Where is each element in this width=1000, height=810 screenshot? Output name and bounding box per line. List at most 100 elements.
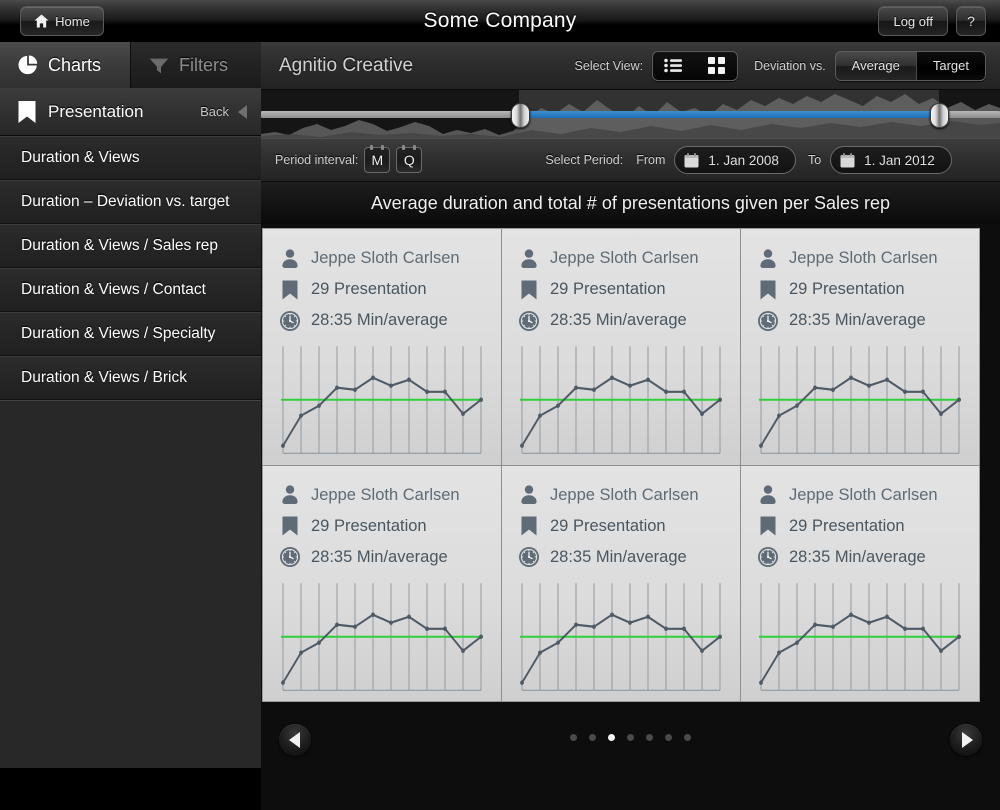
person-icon	[279, 484, 301, 506]
card-name-row: Jeppe Sloth Carlsen	[518, 480, 724, 511]
clock-icon	[757, 310, 779, 332]
timeline-slider[interactable]	[261, 90, 1000, 138]
presentations-count: 29 Presentation	[311, 280, 427, 299]
calendar-icon	[684, 153, 699, 168]
card-name-row: Jeppe Sloth Carlsen	[279, 243, 485, 274]
arrow-right-icon	[962, 732, 973, 748]
card-presentations-row: 29 Presentation	[279, 274, 485, 305]
page-dot[interactable]	[684, 734, 691, 741]
view-toggle	[652, 51, 738, 81]
list-view-button[interactable]	[653, 52, 695, 80]
person-icon	[518, 248, 540, 270]
sparkline-chart	[757, 582, 963, 692]
presentation-row[interactable]: Presentation Back	[0, 88, 261, 136]
sidebar: Charts Filters Presentation Back Duratio…	[0, 42, 261, 768]
top-bar-actions: Log off ?	[878, 6, 986, 36]
sales-rep-card[interactable]: Jeppe Sloth Carlsen 29 Presentation 28:3…	[741, 466, 979, 702]
list-icon	[664, 58, 684, 73]
page-dot[interactable]	[665, 734, 672, 741]
select-view-label: Select View:	[575, 59, 644, 73]
tab-filters-label: Filters	[179, 55, 228, 76]
presentation-label: Presentation	[48, 102, 200, 122]
period-interval-month-button[interactable]: M	[364, 147, 390, 173]
sparkline-chart	[757, 345, 963, 455]
tab-filters[interactable]: Filters	[131, 42, 261, 88]
person-icon	[757, 484, 779, 506]
pager	[261, 704, 1000, 810]
bookmark-icon	[518, 279, 540, 301]
sales-rep-card[interactable]: Jeppe Sloth Carlsen 29 Presentation 28:3…	[502, 229, 740, 465]
slider-handle-end[interactable]	[930, 103, 949, 128]
bookmark-icon	[518, 515, 540, 537]
presentations-count: 29 Presentation	[311, 517, 427, 536]
card-name-row: Jeppe Sloth Carlsen	[757, 243, 963, 274]
slider-selected-range	[519, 111, 939, 118]
tab-charts-label: Charts	[48, 55, 101, 76]
sales-rep-card[interactable]: Jeppe Sloth Carlsen 29 Presentation 28:3…	[263, 466, 501, 702]
deviation-average-button[interactable]: Average	[836, 52, 916, 80]
presentations-count: 29 Presentation	[789, 517, 905, 536]
sales-rep-name: Jeppe Sloth Carlsen	[550, 486, 699, 505]
sidebar-item-duration-views-contact[interactable]: Duration & Views / Contact	[0, 268, 261, 312]
date-from-button[interactable]: 1. Jan 2008	[674, 146, 796, 174]
clock-icon	[518, 546, 540, 568]
view-title: Agnitio Creative	[279, 55, 575, 77]
sidebar-item-duration-deviation-target[interactable]: Duration – Deviation vs. target	[0, 180, 261, 224]
card-name-row: Jeppe Sloth Carlsen	[279, 480, 485, 511]
deviation-target-button[interactable]: Target	[916, 52, 985, 80]
duration-average: 28:35 Min/average	[311, 311, 448, 330]
back-label[interactable]: Back	[200, 104, 229, 119]
page-dot[interactable]	[570, 734, 577, 741]
deviation-label: Deviation vs.	[754, 59, 826, 73]
card-duration-row: 28:35 Min/average	[757, 305, 963, 336]
logoff-button[interactable]: Log off	[878, 6, 948, 36]
grid-view-button[interactable]	[695, 52, 737, 80]
deviation-toggle: Average Target	[835, 51, 986, 81]
sales-rep-name: Jeppe Sloth Carlsen	[789, 249, 938, 268]
page-dot[interactable]	[608, 734, 615, 741]
sales-rep-name: Jeppe Sloth Carlsen	[550, 249, 699, 268]
sales-rep-card[interactable]: Jeppe Sloth Carlsen 29 Presentation 28:3…	[263, 229, 501, 465]
calendar-icon	[840, 153, 855, 168]
chevron-left-icon[interactable]	[238, 105, 247, 119]
page-dot[interactable]	[646, 734, 653, 741]
next-page-button[interactable]	[950, 724, 982, 756]
sales-rep-card[interactable]: Jeppe Sloth Carlsen 29 Presentation 28:3…	[502, 466, 740, 702]
sidebar-item-duration-views-brick[interactable]: Duration & Views / Brick	[0, 356, 261, 400]
date-to-value: 1. Jan 2012	[864, 153, 935, 168]
card-duration-row: 28:35 Min/average	[518, 305, 724, 336]
home-button[interactable]: Home	[20, 6, 104, 36]
date-from-value: 1. Jan 2008	[708, 153, 779, 168]
presentations-count: 29 Presentation	[789, 280, 905, 299]
period-interval-quarter-button[interactable]: Q	[396, 147, 422, 173]
main-content: Agnitio Creative Select View: Deviation …	[261, 42, 1000, 768]
select-period-label: Select Period:	[545, 153, 623, 167]
page-title: Some Company	[0, 0, 1000, 42]
clock-icon	[279, 310, 301, 332]
bookmark-icon	[757, 279, 779, 301]
bookmark-icon	[17, 100, 37, 124]
sidebar-item-duration-views-specialty[interactable]: Duration & Views / Specialty	[0, 312, 261, 356]
page-dot[interactable]	[627, 734, 634, 741]
sidebar-menu: Duration & Views Duration – Deviation vs…	[0, 136, 261, 400]
date-to-button[interactable]: 1. Jan 2012	[830, 146, 952, 174]
duration-average: 28:35 Min/average	[789, 311, 926, 330]
sidebar-item-duration-views[interactable]: Duration & Views	[0, 136, 261, 180]
bookmark-icon	[279, 279, 301, 301]
tab-charts[interactable]: Charts	[0, 42, 131, 88]
help-button[interactable]: ?	[956, 6, 986, 36]
sidebar-item-duration-views-sales-rep[interactable]: Duration & Views / Sales rep	[0, 224, 261, 268]
duration-average: 28:35 Min/average	[550, 548, 687, 567]
presentations-count: 29 Presentation	[550, 517, 666, 536]
card-grid: Jeppe Sloth Carlsen 29 Presentation 28:3…	[262, 228, 980, 702]
clock-icon	[757, 546, 779, 568]
to-label: To	[808, 153, 821, 167]
slider-handle-start[interactable]	[511, 103, 530, 128]
card-duration-row: 28:35 Min/average	[757, 542, 963, 573]
sales-rep-card[interactable]: Jeppe Sloth Carlsen 29 Presentation 28:3…	[741, 229, 979, 465]
duration-average: 28:35 Min/average	[550, 311, 687, 330]
page-dot[interactable]	[589, 734, 596, 741]
duration-average: 28:35 Min/average	[311, 548, 448, 567]
clock-icon	[518, 310, 540, 332]
sales-rep-name: Jeppe Sloth Carlsen	[789, 486, 938, 505]
